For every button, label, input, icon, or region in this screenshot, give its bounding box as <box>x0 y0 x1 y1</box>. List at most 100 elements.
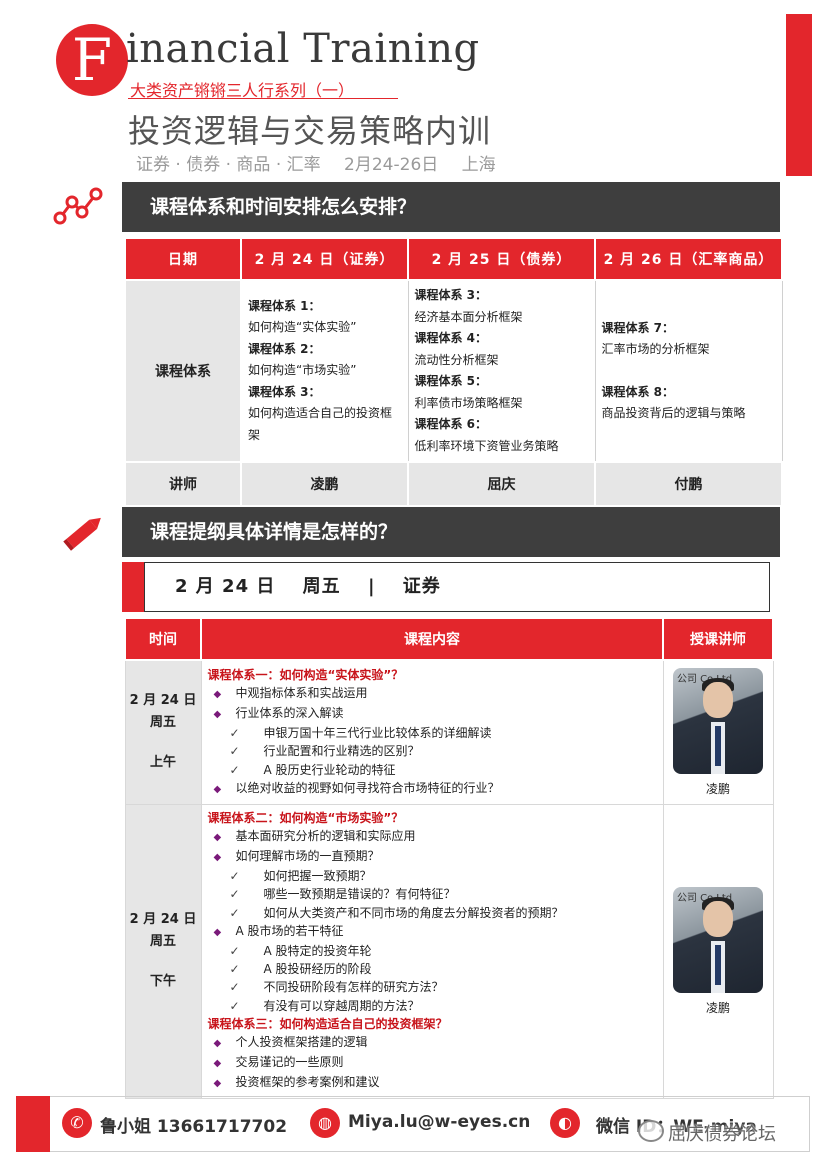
course-title: 课程体系 1： <box>248 298 321 313</box>
curriculum-label: 课程体系 <box>124 279 242 463</box>
check-icon: ✓ <box>229 726 240 741</box>
day1-curriculum: 课程体系 1： 如何构造“实体实验” 课程体系 2： 如何构造“市场实验” 课程… <box>240 279 409 463</box>
outline-subitem: ✓ 不同投研阶段有怎样的研究方法？ <box>208 978 657 996</box>
outline-header-row: 时间 课程内容 授课讲师 <box>124 617 774 661</box>
header-red-bar <box>786 14 812 176</box>
schedule-table: 日期 2 月 24 日（证券） 2 月 25 日（债券） 2 月 26 日（汇率… <box>124 237 783 507</box>
outline-subitem: ✓ 如何把握一致预期？ <box>208 867 657 885</box>
day3-curriculum: 课程体系 7： 汇率市场的分析框架 课程体系 8： 商品投资背后的逻辑与策略 <box>594 279 783 463</box>
outline-text: 交易谨记的一些原则 <box>235 1055 344 1070</box>
outline-text: 如何把握一致预期？ <box>263 869 372 884</box>
course-desc: 如何构造“实体实验” <box>248 320 357 335</box>
bullet-icon: ◆ <box>213 688 222 700</box>
schedule-header-row: 日期 2 月 24 日（证券） 2 月 25 日（债券） 2 月 26 日（汇率… <box>124 237 783 281</box>
morning-teacher: 公司 Co.Ltd 凌鹏 <box>662 659 774 805</box>
bullet-icon: ◆ <box>213 1078 222 1090</box>
bullet-icon: ◆ <box>213 831 222 843</box>
outline-heading: 课程体系二：如何构造“市场实验”？ <box>208 809 657 827</box>
outline-subitem: ✓ 有没有可以穿越周期的方法？ <box>208 997 657 1015</box>
teacher-photo: 公司 Co.Ltd <box>673 667 763 774</box>
course-title: 课程体系 4： <box>414 331 488 345</box>
bullet-icon: ◆ <box>213 1058 222 1070</box>
teacher-row: 讲师 凌鹏 屈庆 付鹏 <box>124 461 783 507</box>
afternoon-time: 2 月 24 日 周五 下午 <box>124 803 202 1099</box>
outline-heading: 课程体系三：如何构造适合自己的投资框架？ <box>208 1015 657 1033</box>
course-title: 课程体系 5： <box>414 374 488 388</box>
course-desc: 如何构造适合自己的投资框 <box>248 406 393 421</box>
outline-subitem: ✓ 行业配置和行业精选的区别？ <box>208 742 657 760</box>
outline-text: 基本面研究分析的逻辑和实际应用 <box>235 828 416 843</box>
outline-text: A 股市场的若干特征 <box>235 923 344 938</box>
check-icon: ✓ <box>229 869 240 884</box>
curriculum-row: 课程体系 课程体系 1： 如何构造“实体实验” 课程体系 2： 如何构造“市场实… <box>124 279 783 463</box>
band-weekday: 周五 <box>302 576 341 597</box>
date-band: 2 月 24 日 周五 | 证券 <box>144 562 770 612</box>
outline-subitem: ✓ 哪些一致预期是错误的？有何特征？ <box>208 885 657 903</box>
contact-phone[interactable]: 鲁小姐 13661717702 <box>100 1112 287 1137</box>
teacher-photo: 公司 Co.Ltd <box>673 886 763 993</box>
session-date: 2 月 24 日 <box>129 912 197 928</box>
check-icon: ✓ <box>229 980 240 995</box>
teacher-name: 凌鹏 <box>705 1000 730 1015</box>
outline-subitem: ✓ A 股投研经历的阶段 <box>208 960 657 978</box>
session-weekday: 周五 <box>149 715 176 731</box>
header-date: 日期 <box>124 237 242 281</box>
course-title: 课程体系 8： <box>601 384 675 399</box>
course-title: 课程体系 3： <box>248 384 321 399</box>
outline-text: A 股特定的投资年轮 <box>263 943 372 958</box>
contact-email[interactable]: Miya.lu@w-eyes.cn <box>348 1112 530 1132</box>
photo-tie <box>715 944 721 985</box>
afternoon-teacher: 公司 Co.Ltd 凌鹏 <box>662 803 774 1099</box>
wechat-icon: ◐ <box>550 1108 580 1138</box>
outline-text: A 股历史行业轮动的特征 <box>263 762 396 777</box>
photo-tie <box>715 725 721 766</box>
meta-city: 上海 <box>461 155 496 175</box>
bullet-icon: ◆ <box>213 708 222 720</box>
outline-bullet: ◆ A 股市场的若干特征 <box>208 922 657 942</box>
watermark-wechat-icon <box>638 1120 664 1142</box>
afternoon-row: 2 月 24 日 周五 下午 课程体系二：如何构造“市场实验”？ ◆ 基本面研究分析… <box>124 803 774 1099</box>
outline-text: 课程体系三：如何构造适合自己的投资框架？ <box>207 1016 448 1031</box>
day2-curriculum: 课程体系 3： 经济基本面分析框架 课程体系 4： 流动性分析框架 课程体系 5… <box>407 279 596 463</box>
teacher-label: 讲师 <box>124 461 242 507</box>
title-english: inancial Training <box>126 26 480 72</box>
outline-subitem: ✓ A 股特定的投资年轮 <box>208 942 657 960</box>
header-day1: 2 月 24 日（证券） <box>240 237 409 281</box>
course-desc: 经济基本面分析框架 <box>414 309 523 324</box>
outline-text: 有没有可以穿越周期的方法？ <box>263 998 420 1013</box>
outline-text: 如何理解市场的一直预期？ <box>235 848 380 863</box>
course-desc: 利率债市场策略框架 <box>414 395 523 410</box>
outline-bullet: ◆ 以绝对收益的视野如何寻找符合市场特征的行业？ <box>208 779 657 799</box>
check-icon: ✓ <box>229 905 240 920</box>
outline-text: 哪些一致预期是错误的？有何特征？ <box>263 887 456 902</box>
outline-text: 课程体系一：如何构造“实体实验”？ <box>207 667 404 682</box>
teacher-day2: 屈庆 <box>407 461 596 507</box>
course-desc: 流动性分析框架 <box>414 352 499 367</box>
band-date: 2 月 24 日 <box>175 576 276 597</box>
check-icon: ✓ <box>229 943 240 958</box>
header-day2: 2 月 25 日（债券） <box>407 237 596 281</box>
morning-row: 2 月 24 日 周五 上午 课程体系一：如何构造“实体实验”？ ◆ 中观指标体系和… <box>124 659 774 805</box>
check-icon: ✓ <box>229 887 240 902</box>
title-chinese: 投资逻辑与交易策略内训 <box>128 112 492 150</box>
header-day3: 2 月 26 日（汇率商品） <box>594 237 783 281</box>
watermark-text: 屈庆债券论坛 <box>668 1124 776 1145</box>
session-date: 2 月 24 日 <box>129 693 197 709</box>
outline-heading: 课程体系一：如何构造“实体实验”？ <box>208 666 657 684</box>
course-title: 课程体系 3： <box>414 288 488 302</box>
outline-text: 申银万国十年三代行业比较体系的详细解读 <box>263 726 492 741</box>
session-weekday: 周五 <box>149 934 176 950</box>
outline-text: 行业体系的深入解读 <box>235 705 344 720</box>
section-title-schedule: 课程体系和时间安排怎么安排？ <box>122 182 780 232</box>
pencil-icon <box>63 517 101 551</box>
outline-text: 课程体系二：如何构造“市场实验”？ <box>207 810 404 825</box>
outline-table: 时间 课程内容 授课讲师 2 月 24 日 周五 上午 课程体系一：如何构造“实… <box>124 617 774 1099</box>
bullet-icon: ◆ <box>213 926 222 938</box>
outline-subitem: ✓ 申银万国十年三代行业比较体系的详细解读 <box>208 724 657 742</box>
check-icon: ✓ <box>229 762 240 777</box>
check-icon: ✓ <box>229 744 240 759</box>
outline-bullet: ◆ 如何理解市场的一直预期？ <box>208 847 657 867</box>
outline-text: A 股投研经历的阶段 <box>263 962 372 977</box>
